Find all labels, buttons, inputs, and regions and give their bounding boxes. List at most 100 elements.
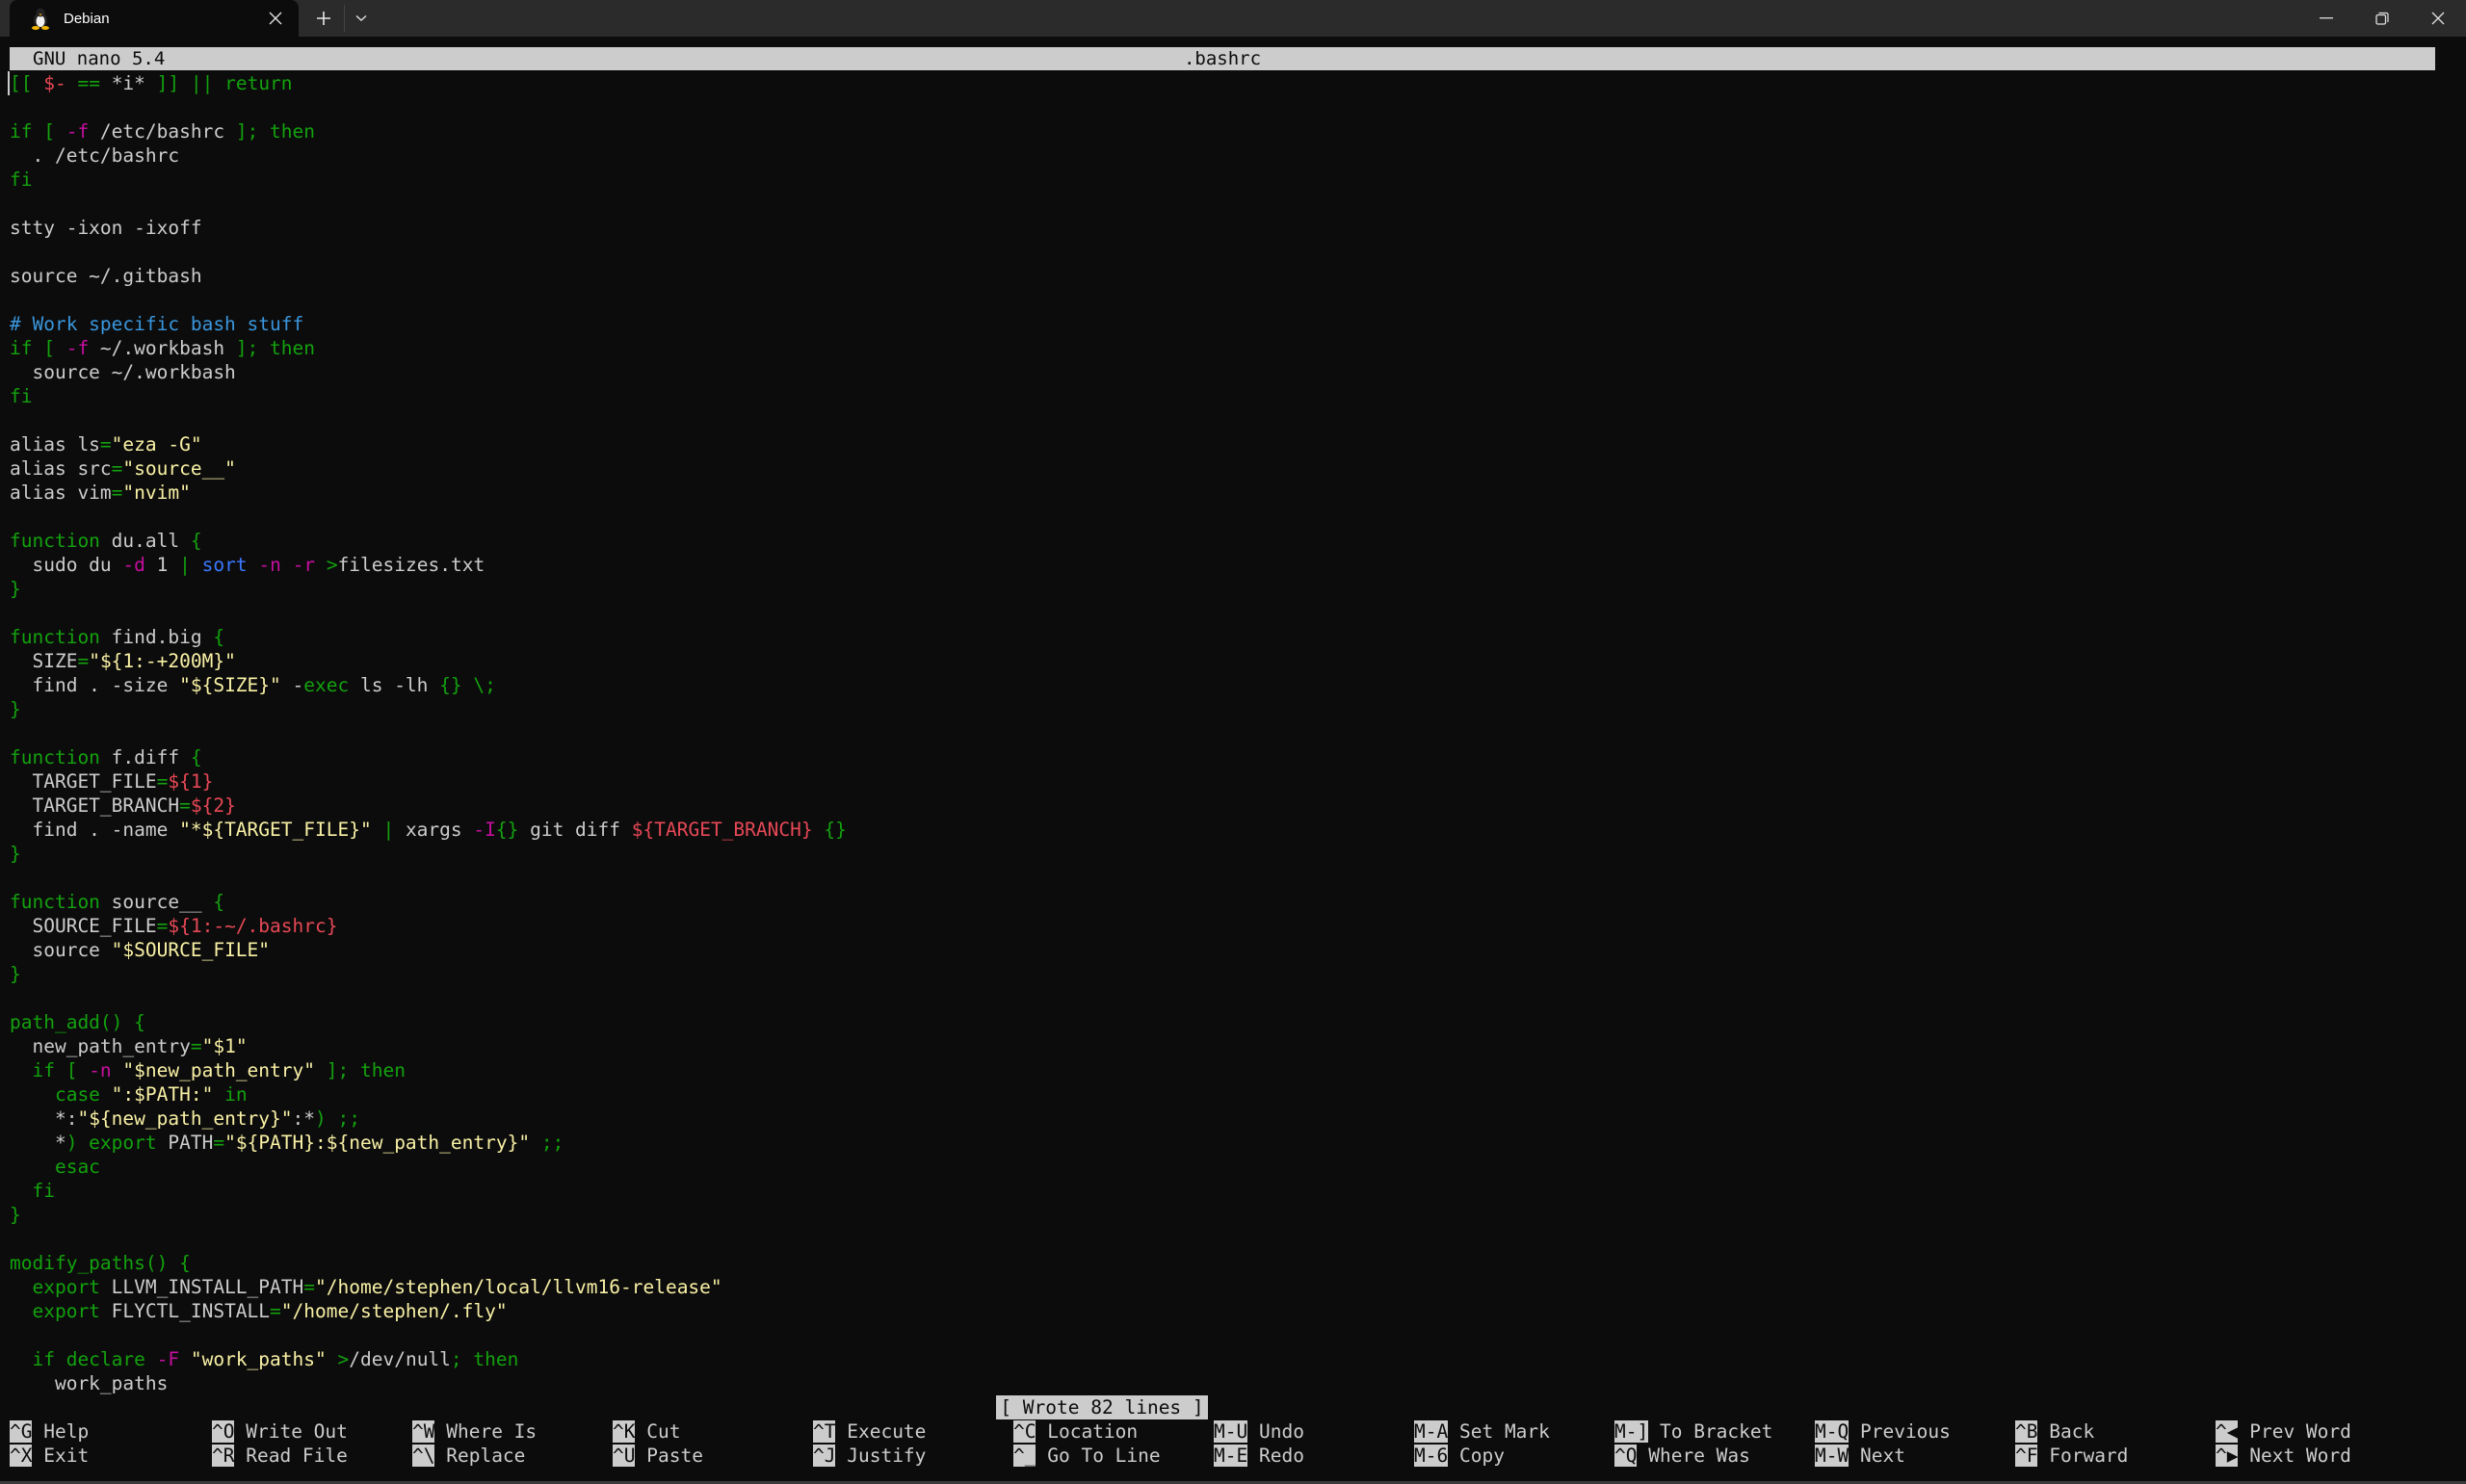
code-token: "eza -G" bbox=[111, 433, 202, 456]
shortcut-where-is[interactable]: ^W Where Is bbox=[412, 1419, 537, 1444]
shortcut-write-out[interactable]: ^O Write Out bbox=[212, 1419, 348, 1444]
code-token: fi bbox=[10, 169, 33, 191]
shortcut-label: Read File bbox=[246, 1445, 348, 1467]
code-line[interactable]: } bbox=[10, 962, 847, 986]
shortcut-label: Justify bbox=[847, 1445, 927, 1467]
shortcut-where-was[interactable]: ^Q Where Was bbox=[1614, 1444, 1750, 1468]
code-line[interactable]: SIZE="${1:-+200M}" bbox=[10, 649, 847, 673]
shortcut-previous[interactable]: M-Q Previous bbox=[1815, 1419, 1951, 1444]
code-line[interactable]: } bbox=[10, 577, 847, 601]
tab-dropdown-button[interactable] bbox=[349, 5, 374, 32]
code-line[interactable]: sudo du -d 1 | sort -n -r >filesizes.txt bbox=[10, 553, 847, 577]
code-token: ) ;; bbox=[315, 1107, 360, 1130]
shortcut-next[interactable]: M-W Next bbox=[1815, 1444, 1905, 1468]
code-line[interactable]: SOURCE_FILE=${1:-~/.bashrc} bbox=[10, 914, 847, 938]
new-tab-button[interactable] bbox=[310, 5, 337, 32]
shortcut-redo[interactable]: M-E Redo bbox=[1214, 1444, 1304, 1468]
code-token: "${1:-+200M}" bbox=[89, 650, 236, 672]
minimize-button[interactable] bbox=[2298, 0, 2354, 37]
shortcut-next-word[interactable]: ^▶ Next Word bbox=[2216, 1444, 2351, 1468]
shortcut-execute[interactable]: ^T Execute bbox=[813, 1419, 926, 1444]
code-line[interactable]: modify_paths() { bbox=[10, 1251, 847, 1275]
shortcut-paste[interactable]: ^U Paste bbox=[613, 1444, 703, 1468]
code-token: function bbox=[10, 626, 100, 648]
code-line[interactable]: fi bbox=[10, 168, 847, 192]
code-line[interactable]: function find.big { bbox=[10, 625, 847, 649]
tab-debian[interactable]: Debian bbox=[10, 0, 299, 37]
code-line[interactable]: } bbox=[10, 1203, 847, 1227]
code-line[interactable]: stty -ixon -ixoff bbox=[10, 216, 847, 240]
shortcut-prev-word[interactable]: ^◀ Prev Word bbox=[2216, 1419, 2351, 1444]
code-token: function bbox=[10, 530, 100, 552]
code-line[interactable]: fi bbox=[10, 384, 847, 408]
tab-close-button[interactable] bbox=[262, 5, 289, 32]
code-line[interactable]: if [ -f ~/.workbash ]; then bbox=[10, 336, 847, 360]
code-line[interactable] bbox=[10, 1227, 847, 1251]
code-line[interactable] bbox=[10, 288, 847, 312]
code-line[interactable] bbox=[10, 601, 847, 625]
code-line[interactable]: function source__ { bbox=[10, 890, 847, 914]
shortcut-location[interactable]: ^C Location bbox=[1013, 1419, 1138, 1444]
code-line[interactable] bbox=[10, 192, 847, 216]
code-line[interactable]: export LLVM_INSTALL_PATH="/home/stephen/… bbox=[10, 1275, 847, 1299]
code-token: SIZE bbox=[10, 650, 78, 672]
code-line[interactable] bbox=[10, 721, 847, 745]
shortcut-justify[interactable]: ^J Justify bbox=[813, 1444, 926, 1468]
code-line[interactable]: } bbox=[10, 842, 847, 866]
code-line[interactable]: path_add() { bbox=[10, 1010, 847, 1034]
code-line[interactable]: function f.diff { bbox=[10, 745, 847, 769]
code-line[interactable]: # Work specific bash stuff bbox=[10, 312, 847, 336]
shortcut-forward[interactable]: ^F Forward bbox=[2015, 1444, 2128, 1468]
code-line[interactable]: *) export PATH="${PATH}:${new_path_entry… bbox=[10, 1131, 847, 1155]
shortcut-go-to-line[interactable]: ^_ Go To Line bbox=[1013, 1444, 1161, 1468]
code-line[interactable]: } bbox=[10, 697, 847, 721]
code-line[interactable]: work_paths bbox=[10, 1371, 847, 1395]
code-line[interactable]: [[ $- == *i* ]] || return bbox=[8, 71, 847, 95]
code-line[interactable]: . /etc/bashrc bbox=[10, 143, 847, 168]
close-window-button[interactable] bbox=[2410, 0, 2466, 37]
shortcut-cut[interactable]: ^K Cut bbox=[613, 1419, 680, 1444]
code-line[interactable]: find . -name "*${TARGET_FILE}" | xargs -… bbox=[10, 818, 846, 842]
code-line[interactable]: TARGET_BRANCH=${2} bbox=[10, 794, 847, 818]
code-line[interactable]: function du.all { bbox=[10, 529, 847, 553]
editor-buffer[interactable]: [[ $- == *i* ]] || return if [ -f /etc/ba… bbox=[8, 71, 847, 1395]
code-line[interactable] bbox=[10, 240, 847, 264]
code-line[interactable]: esac bbox=[10, 1155, 847, 1179]
shortcut-set-mark[interactable]: M-A Set Mark bbox=[1414, 1419, 1550, 1444]
terminal[interactable]: GNU nano 5.4 .bashrc bbox=[10, 47, 2435, 70]
code-line[interactable] bbox=[10, 986, 847, 1010]
shortcut-to-bracket[interactable]: M-] To Bracket bbox=[1614, 1419, 1772, 1444]
shortcut-label: Copy bbox=[1458, 1445, 1505, 1467]
code-line[interactable]: find . -size "${SIZE}" -exec ls -lh {} \… bbox=[10, 673, 847, 697]
code-line[interactable] bbox=[10, 1323, 847, 1347]
code-line[interactable]: TARGET_FILE=${1} bbox=[10, 769, 847, 794]
code-line[interactable]: source ~/.workbash bbox=[10, 360, 847, 384]
shortcut-help[interactable]: ^G Help bbox=[10, 1419, 89, 1444]
code-line[interactable]: if declare -F "work_paths" >/dev/null; t… bbox=[10, 1347, 847, 1371]
shortcut-read-file[interactable]: ^R Read File bbox=[212, 1444, 348, 1468]
code-line[interactable]: alias vim="nvim" bbox=[10, 481, 847, 505]
code-line[interactable]: export FLYCTL_INSTALL="/home/stephen/.fl… bbox=[10, 1299, 847, 1323]
code-line[interactable]: alias src="source__" bbox=[10, 456, 847, 481]
code-line[interactable] bbox=[10, 866, 847, 890]
shortcut-label: Paste bbox=[646, 1445, 703, 1467]
shortcut-copy[interactable]: M-6 Copy bbox=[1414, 1444, 1505, 1468]
code-line[interactable] bbox=[10, 505, 847, 529]
code-line[interactable]: *:"${new_path_entry}":*) ;; bbox=[10, 1106, 847, 1131]
code-line[interactable]: alias ls="eza -G" bbox=[10, 432, 847, 456]
code-token: sort bbox=[201, 554, 248, 576]
code-line[interactable]: case ":$PATH:" in bbox=[10, 1082, 847, 1106]
code-line[interactable]: source "$SOURCE_FILE" bbox=[10, 938, 847, 962]
code-line[interactable]: fi bbox=[10, 1179, 847, 1203]
shortcut-exit[interactable]: ^X Exit bbox=[10, 1444, 89, 1468]
code-line[interactable]: source ~/.gitbash bbox=[10, 264, 847, 288]
shortcut-undo[interactable]: M-U Undo bbox=[1214, 1419, 1304, 1444]
restore-button[interactable] bbox=[2354, 0, 2410, 37]
code-line[interactable]: if [ -n "$new_path_entry" ]; then bbox=[10, 1058, 847, 1082]
code-line[interactable]: new_path_entry="$1" bbox=[10, 1034, 847, 1058]
shortcut-back[interactable]: ^B Back bbox=[2015, 1419, 2094, 1444]
code-line[interactable] bbox=[10, 408, 847, 432]
code-line[interactable]: if [ -f /etc/bashrc ]; then bbox=[10, 119, 847, 143]
code-line[interactable] bbox=[10, 95, 847, 119]
shortcut-replace[interactable]: ^\ Replace bbox=[412, 1444, 525, 1468]
